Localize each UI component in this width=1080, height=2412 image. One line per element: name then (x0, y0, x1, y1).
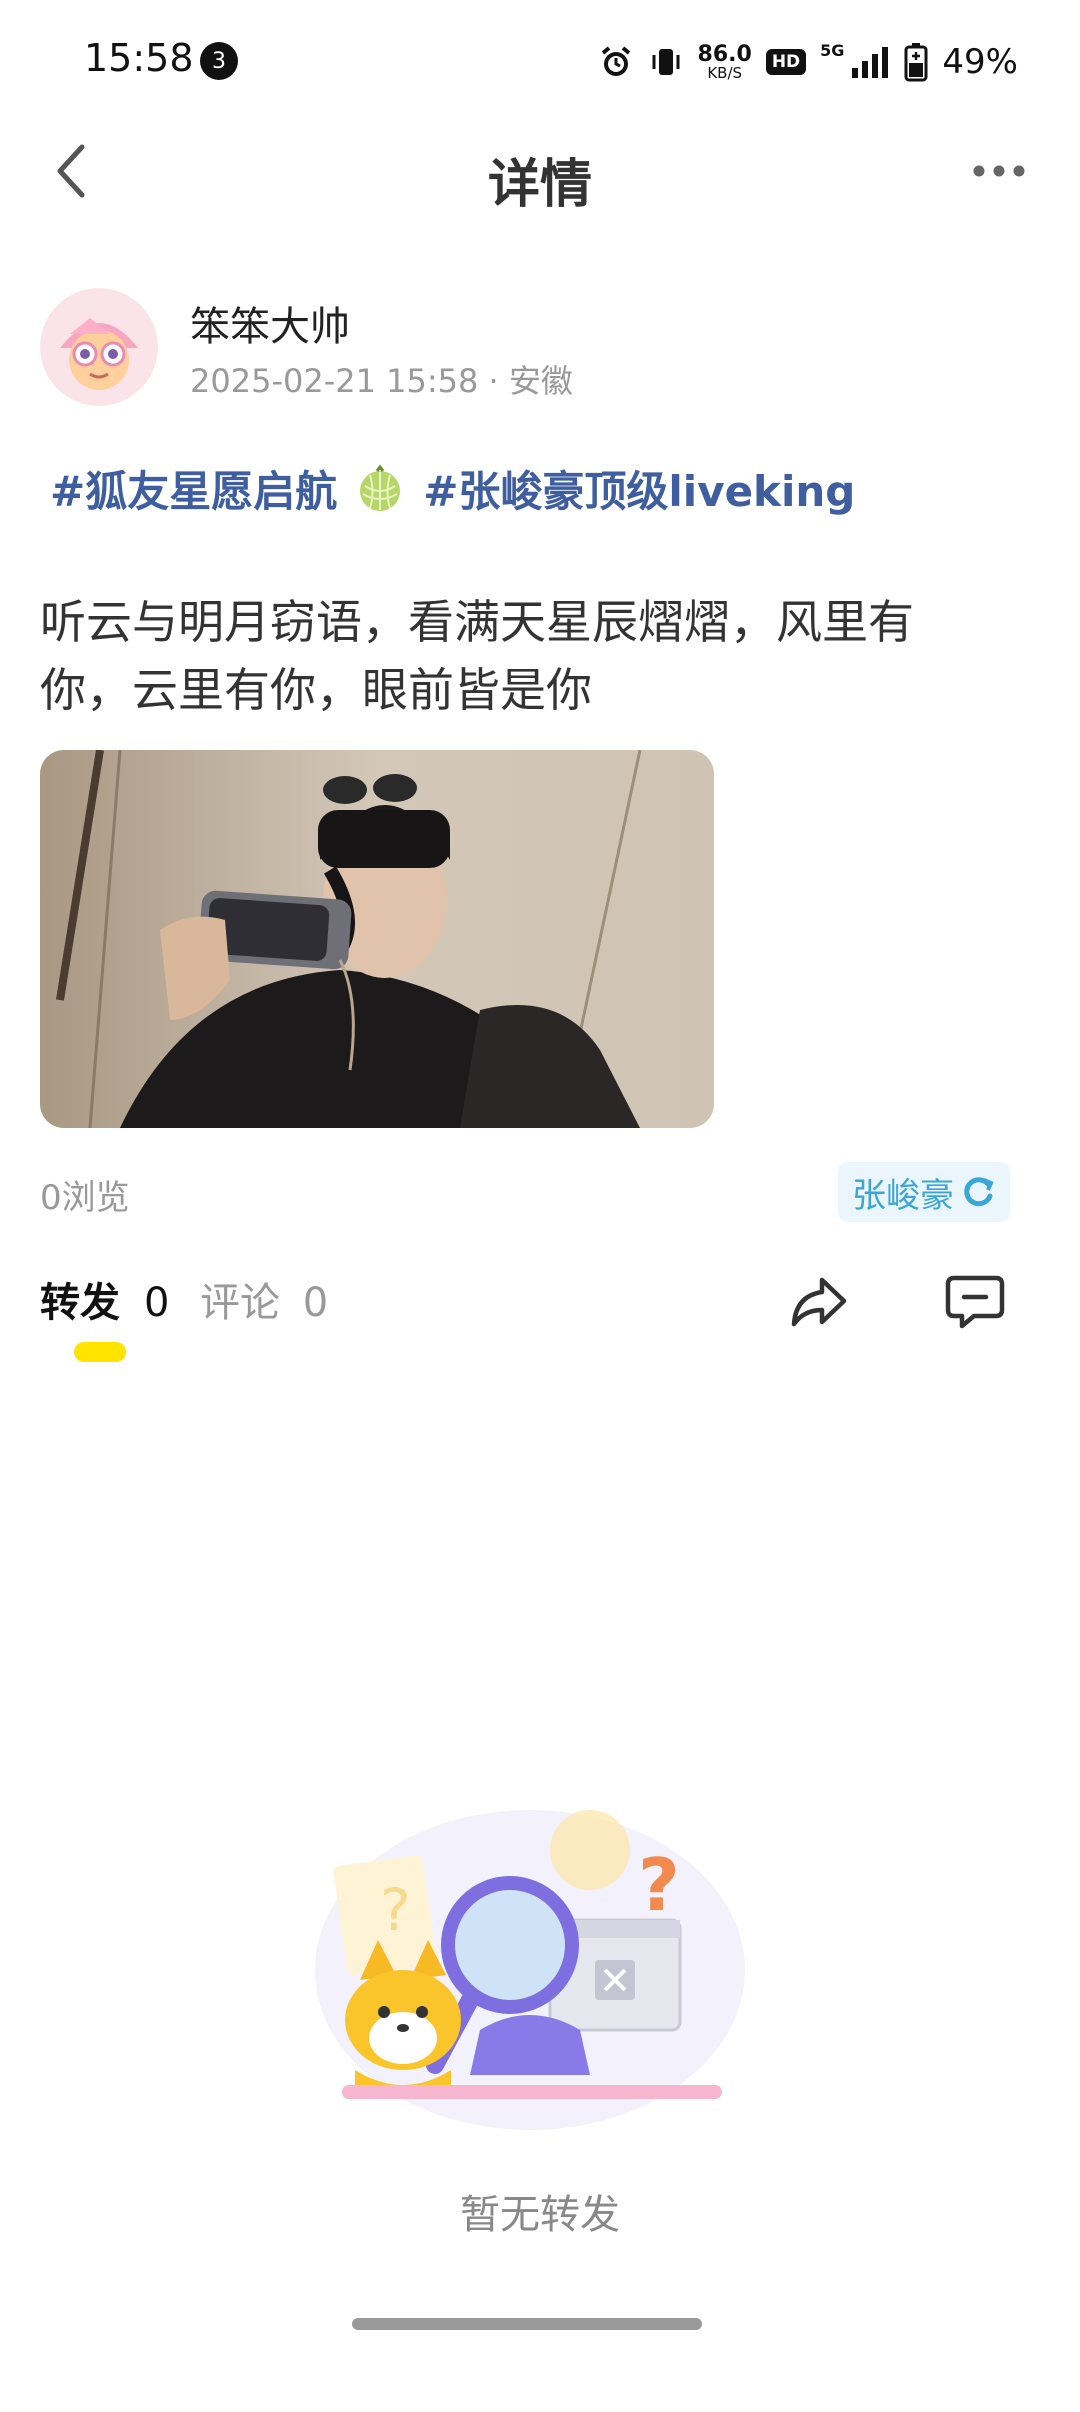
share-icon (791, 1277, 847, 1327)
post-text: 听云与明月窃语，看满天星辰熠熠，风里有你，云里有你，眼前皆是你 (40, 595, 914, 717)
tab-forward[interactable]: 转发 0 (40, 1270, 169, 1328)
refresh-icon (964, 1177, 994, 1207)
post-photo (40, 750, 714, 1128)
net-speed-value: 86.0 (697, 41, 752, 67)
notification-badge: 3 (200, 42, 238, 80)
signal-icon (852, 47, 889, 78)
status-bar: 15:58 3 86.0 KB/S HD 5G 49% (0, 0, 1080, 120)
comment-button[interactable] (942, 1268, 1008, 1334)
alarm-icon (601, 46, 630, 76)
author-name[interactable]: 笨笨大帅 (190, 294, 350, 352)
tab-comment-label: 评论 (200, 1280, 280, 1326)
comment-icon (945, 1275, 1005, 1329)
tab-comment[interactable]: 评论 0 (200, 1270, 328, 1328)
hd-badge: HD (765, 49, 807, 75)
topic-link-2[interactable]: #张峻豪顶级liveking (423, 458, 855, 519)
vibrate-icon (652, 49, 680, 75)
post-meta: 2025-02-21 15:58 · 安徽 (190, 362, 573, 400)
home-indicator[interactable] (352, 2318, 702, 2330)
net-speed: 86.0 KB/S (697, 41, 752, 82)
post-image[interactable] (40, 750, 714, 1128)
empty-state-text: 暂无转发 (460, 2192, 620, 2238)
svg-text:?: ? (638, 1843, 680, 1927)
status-time: 15:58 (84, 36, 194, 80)
nav-header: 详情 (0, 120, 1080, 230)
page-title: 详情 (487, 155, 592, 215)
tab-forward-count: 0 (143, 1280, 170, 1326)
tab-indicator (74, 1342, 126, 1362)
topic-row: #狐友星愿启航 #张峻豪顶级liveking (50, 458, 855, 519)
svg-text:?: ? (380, 1876, 411, 1944)
artist-tag-label: 张峻豪 (852, 1175, 954, 1216)
view-count: 0浏览 (40, 1178, 130, 1218)
status-icons: 86.0 KB/S HD 5G 49% (598, 38, 1018, 86)
topic-link-1[interactable]: #狐友星愿启航 (50, 458, 337, 519)
battery-percent: 49% (942, 42, 1018, 82)
more-dots-icon (973, 165, 1025, 177)
tab-forward-label: 转发 (40, 1280, 120, 1326)
empty-illustration: ? ? (300, 1800, 760, 2140)
more-button[interactable] (964, 136, 1034, 206)
artist-tag[interactable]: 张峻豪 (838, 1162, 1010, 1222)
net-speed-unit: KB/S (707, 63, 743, 82)
battery-icon (904, 43, 928, 82)
tab-comment-count: 0 (302, 1280, 329, 1326)
melon-icon (360, 464, 401, 511)
share-button[interactable] (786, 1268, 852, 1334)
avatar-image (40, 288, 158, 406)
network-type: 5G (820, 40, 845, 60)
avatar[interactable] (40, 288, 158, 406)
